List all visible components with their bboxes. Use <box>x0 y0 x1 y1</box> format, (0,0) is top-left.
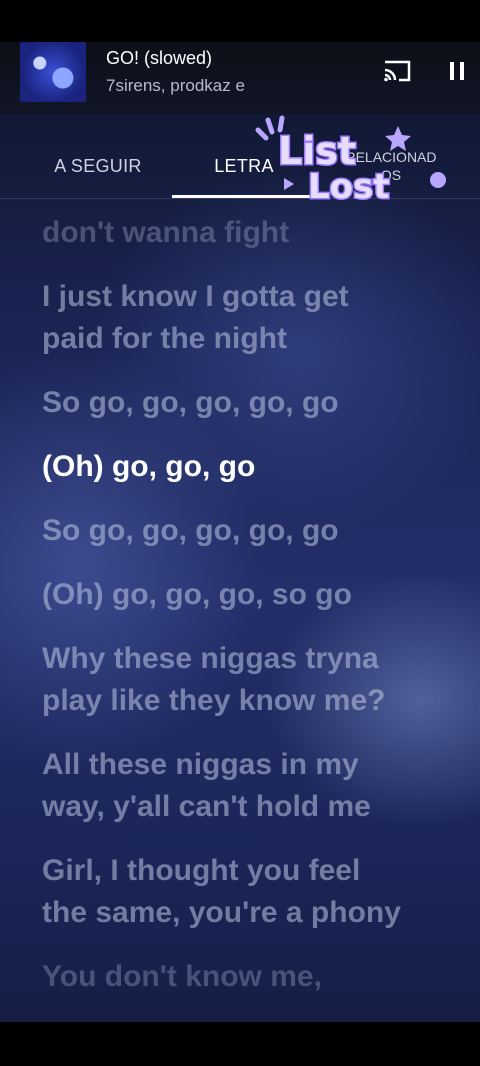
lyric-line[interactable]: I just know I gotta get <box>42 276 462 318</box>
lyric-line[interactable]: don't wanna fight <box>42 212 462 254</box>
cast-icon[interactable] <box>382 58 412 84</box>
pause-icon[interactable] <box>444 58 470 84</box>
lyric-line[interactable]: All these niggas in my <box>42 744 462 786</box>
navigation-bar <box>0 1022 480 1066</box>
lyrics-list[interactable]: don't wanna fight I just know I gotta ge… <box>42 212 462 1020</box>
lyric-line[interactable]: (Oh) go, go, go, so go <box>42 574 462 616</box>
lyric-line[interactable]: So go, go, go, go, go <box>42 382 462 424</box>
tab-up-next[interactable]: A SEGUIR <box>52 156 144 177</box>
track-artist[interactable]: 7sirens, prodkaz e <box>106 76 245 96</box>
mini-player[interactable]: GO! (slowed) 7sirens, prodkaz e <box>0 42 480 114</box>
lyric-line[interactable]: the same, you're a phony <box>42 892 462 934</box>
lyric-line[interactable]: Why these niggas tryna <box>42 638 462 680</box>
lyric-line[interactable]: paid for the night <box>42 318 462 360</box>
lyric-line[interactable]: way, y'all can't hold me <box>42 786 462 828</box>
watermark-logo: List Lost <box>255 115 446 204</box>
lyrics-screen: GO! (slowed) 7sirens, prodkaz e A SEGUIR… <box>0 0 480 1066</box>
lyric-line[interactable]: Girl, I thought you feel <box>42 850 462 892</box>
track-title[interactable]: GO! (slowed) <box>106 48 212 69</box>
svg-text:Lost: Lost <box>308 167 390 204</box>
lyric-line-current[interactable]: (Oh) go, go, go <box>42 446 462 488</box>
status-bar <box>0 0 480 42</box>
lyric-line[interactable]: So go, go, go, go, go <box>42 510 462 552</box>
album-art[interactable] <box>20 42 86 102</box>
lyric-line[interactable]: You don't know me, <box>42 956 462 998</box>
lyric-line[interactable]: play like they know me? <box>42 680 462 722</box>
